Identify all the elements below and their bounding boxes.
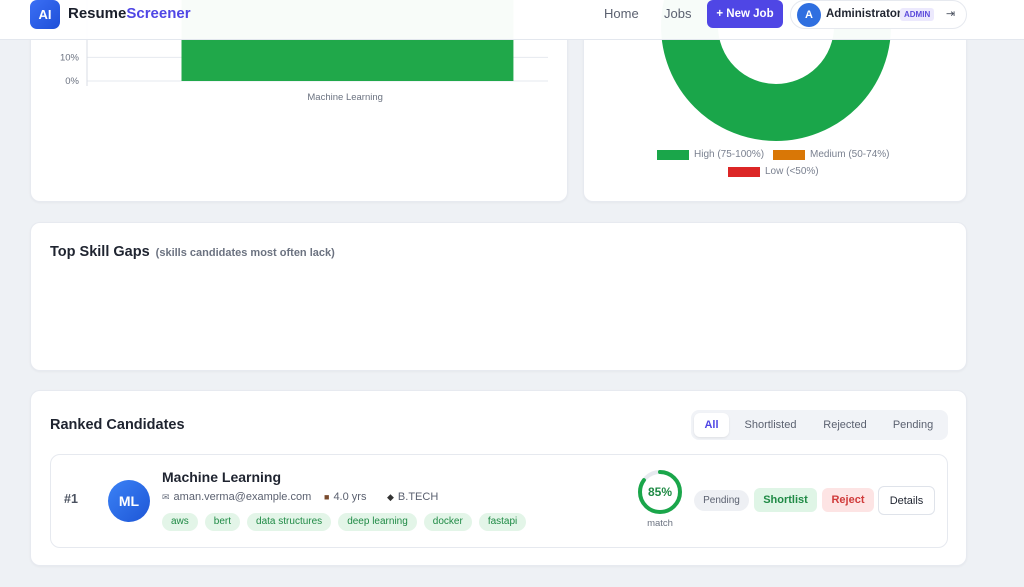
status-badge: Pending [694,490,749,511]
filter-tab-rejected[interactable]: Rejected [813,413,877,437]
user-avatar: A [797,3,821,27]
ranked-candidates-card: Ranked Candidates All Shortlisted Reject… [30,390,967,566]
filter-tab-all[interactable]: All [694,413,729,437]
skill-gaps-title: Top Skill Gaps (skills candidates most o… [50,244,335,260]
brand-name[interactable]: ResumeScreener [68,5,191,22]
skill-chip: bert [204,513,241,531]
legend-low[interactable]: Low (<50%) [728,166,819,177]
logout-icon[interactable]: ⇥ [946,7,955,20]
legend-high-swatch [657,149,689,160]
legend-medium[interactable]: Medium (50-74%) [773,149,889,160]
y-tick-label: 10% [60,52,80,63]
brand-name-part1: Resume [68,5,127,22]
legend-low-swatch [728,166,760,177]
candidate-rank: #1 [64,492,78,506]
match-score-text: 85% [648,485,672,499]
briefcase-icon: ■ [324,492,330,502]
mail-icon: ✉ [162,491,170,502]
candidate-experience: ■ 4.0 yrs [324,491,366,503]
skill-chips: aws bert data structures deep learning d… [162,513,533,531]
candidate-email: ✉ aman.verma@example.com [162,491,311,503]
ranked-candidates-title: Ranked Candidates [50,417,185,433]
legend-high[interactable]: High (75-100%) [657,149,764,160]
skill-chip: aws [162,513,198,531]
skill-chip: docker [423,513,472,531]
nav-home-link[interactable]: Home [604,6,639,21]
filter-tab-pending[interactable]: Pending [883,413,943,437]
candidate-experience-text: 4.0 yrs [333,491,367,503]
legend-medium-label: Medium (50-74%) [810,149,890,160]
nav-jobs-link[interactable]: Jobs [664,6,691,21]
legend-medium-swatch [773,149,805,160]
graduation-cap-icon: ◆ [387,491,394,502]
candidate-degree: ◆ B.TECH [387,491,438,503]
candidate-filter-tabs: All Shortlisted Rejected Pending [691,410,948,440]
candidate-avatar: ML [108,480,150,522]
skill-gaps-heading: Top Skill Gaps [50,244,150,260]
top-header: AI ResumeScreener Home Jobs + New Job A … [0,0,1024,40]
y-tick-label: 0% [65,76,79,87]
shortlist-button[interactable]: Shortlist [754,488,817,512]
details-button[interactable]: Details [878,486,935,515]
role-badge: ADMIN [900,8,935,21]
filter-tab-shortlisted[interactable]: Shortlisted [734,413,807,437]
candidate-email-text: aman.verma@example.com [173,491,312,503]
x-tick-label: Machine Learning [307,92,383,103]
logo-badge[interactable]: AI [30,0,60,29]
legend-high-label: High (75-100%) [694,149,765,160]
candidate-degree-text: B.TECH [397,491,439,503]
user-name: Administrator [826,8,902,20]
skill-chip: fastapi [478,513,527,531]
reject-button[interactable]: Reject [822,488,874,512]
brand-name-part2: Screener [126,5,191,22]
candidate-row[interactable]: #1 ML Machine Learning ✉ aman.verma@exam… [50,454,948,548]
skill-gaps-card: Top Skill Gaps (skills candidates most o… [30,222,967,371]
legend-low-label: Low (<50%) [765,166,819,177]
match-label: match [647,518,673,529]
skill-chip: deep learning [338,513,417,531]
skill-gaps-subtitle: (skills candidates most often lack) [155,247,335,259]
skill-chip: data structures [247,513,332,531]
candidate-name[interactable]: Machine Learning [162,469,281,485]
new-job-button[interactable]: + New Job [707,0,783,28]
match-score-ring: 85% [638,470,682,514]
user-menu[interactable]: A Administrator ADMIN ⇥ [790,0,967,29]
